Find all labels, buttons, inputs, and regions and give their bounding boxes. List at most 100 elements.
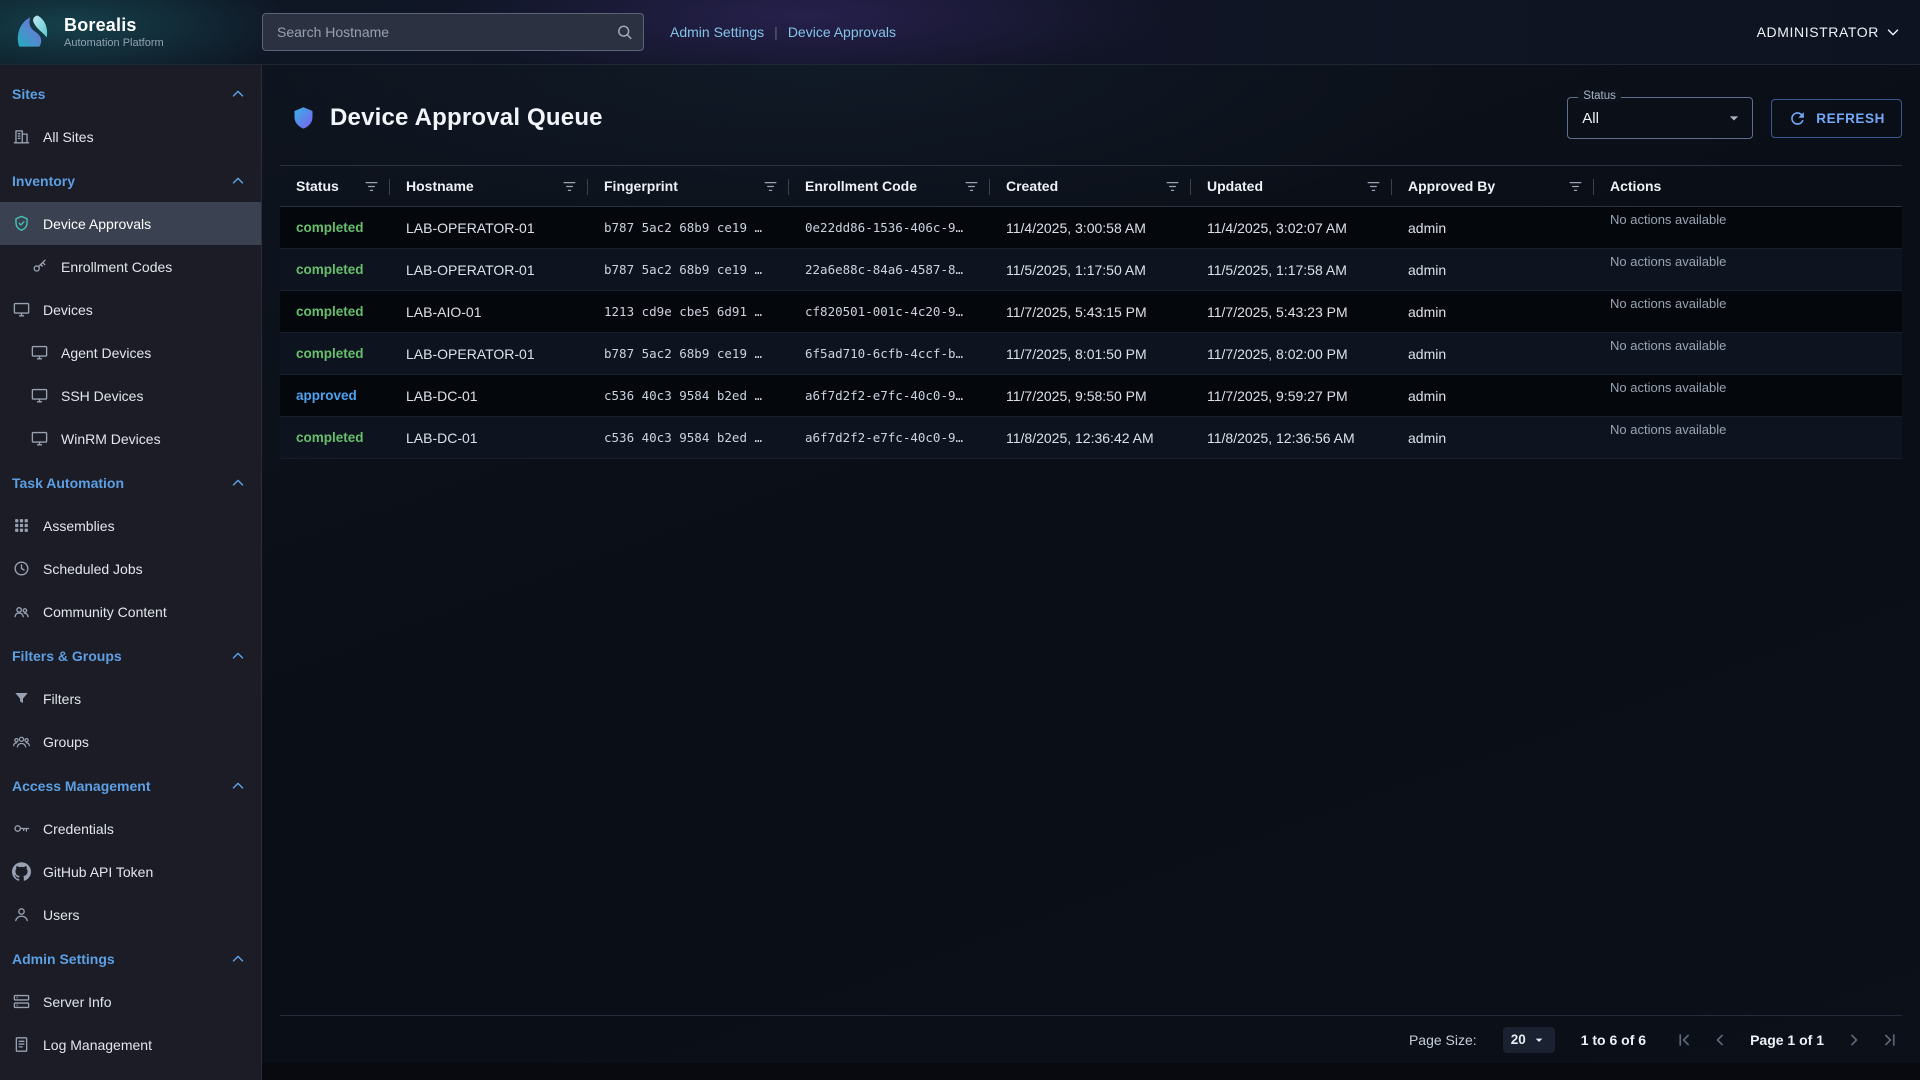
- sidebar-item-filters[interactable]: Filters: [0, 677, 261, 720]
- column-header-hostname[interactable]: Hostname: [390, 166, 588, 206]
- sidebar-item-devices[interactable]: Devices: [0, 288, 261, 331]
- column-label: Approved By: [1408, 178, 1495, 194]
- cell-created: 11/7/2025, 5:43:15 PM: [990, 291, 1191, 332]
- previous-page-button[interactable]: [1708, 1028, 1732, 1052]
- sidebar-section-admin-settings[interactable]: Admin Settings: [0, 938, 261, 980]
- sidebar-item-page-template[interactable]: Page Template: [0, 1066, 261, 1080]
- cell-actions: No actions available: [1594, 249, 1902, 290]
- funnel-icon: [12, 689, 31, 708]
- status-filter-select[interactable]: Status All: [1567, 97, 1753, 139]
- table-row[interactable]: completed LAB-AIO-01 1213 cd9e cbe5 6d91…: [280, 291, 1902, 333]
- column-header-fingerprint[interactable]: Fingerprint: [588, 166, 789, 206]
- sidebar-section-sites[interactable]: Sites: [0, 73, 261, 115]
- sidebar-item-scheduled-jobs[interactable]: Scheduled Jobs: [0, 547, 261, 590]
- column-header-enrollment-code[interactable]: Enrollment Code: [789, 166, 990, 206]
- row-range: 1 to 6 of 6: [1581, 1032, 1646, 1048]
- sidebar-item-ssh-devices[interactable]: SSH Devices: [0, 374, 261, 417]
- brand[interactable]: Borealis Automation Platform: [0, 10, 262, 54]
- page-size-select[interactable]: 20: [1503, 1027, 1555, 1053]
- cell-approved-by: admin: [1392, 207, 1594, 248]
- sidebar-item-winrm-devices[interactable]: WinRM Devices: [0, 417, 261, 460]
- cell-status: completed: [280, 417, 390, 458]
- cell-enrollment-code: 6f5ad710-6cfb-4ccf-b…: [789, 333, 990, 374]
- cell-created: 11/4/2025, 3:00:58 AM: [990, 207, 1191, 248]
- item-label: Server Info: [43, 994, 111, 1010]
- item-label: Filters: [43, 691, 81, 707]
- sidebar-item-device-approvals[interactable]: Device Approvals: [0, 202, 261, 245]
- section-label: Task Automation: [12, 475, 124, 491]
- sidebar-item-assemblies[interactable]: Assemblies: [0, 504, 261, 547]
- user-menu[interactable]: ADMINISTRATOR: [1757, 23, 1902, 41]
- main-content: Device Approval Queue Status All REFRESH: [262, 65, 1920, 1080]
- filter-list-icon[interactable]: [762, 178, 779, 195]
- breadcrumb-device-approvals[interactable]: Device Approvals: [788, 24, 896, 40]
- item-label: Device Approvals: [43, 216, 151, 232]
- refresh-icon: [1788, 109, 1807, 128]
- cell-status: completed: [280, 291, 390, 332]
- filter-list-icon[interactable]: [1164, 178, 1181, 195]
- item-label: SSH Devices: [61, 388, 143, 404]
- monitor-icon: [30, 386, 49, 405]
- column-header-updated[interactable]: Updated: [1191, 166, 1392, 206]
- status-filter-value: All: [1582, 110, 1724, 127]
- shield-check-icon: [12, 214, 31, 233]
- filter-list-icon[interactable]: [963, 178, 980, 195]
- cell-updated: 11/5/2025, 1:17:58 AM: [1191, 249, 1392, 290]
- sidebar-section-filters-groups[interactable]: Filters & Groups: [0, 635, 261, 677]
- section-label: Admin Settings: [12, 951, 115, 967]
- item-label: Scheduled Jobs: [43, 561, 143, 577]
- person-icon: [12, 905, 31, 924]
- dropdown-arrow-icon: [1531, 1032, 1547, 1048]
- key-icon: [30, 257, 49, 276]
- table-row[interactable]: completed LAB-OPERATOR-01 b787 5ac2 68b9…: [280, 333, 1902, 375]
- sidebar-item-log-management[interactable]: Log Management: [0, 1023, 261, 1066]
- brand-text: Borealis Automation Platform: [64, 15, 164, 49]
- sidebar-item-groups[interactable]: Groups: [0, 720, 261, 763]
- monitor-icon: [30, 429, 49, 448]
- sidebar-item-community-content[interactable]: Community Content: [0, 590, 261, 633]
- sidebar-item-credentials[interactable]: Credentials: [0, 807, 261, 850]
- title-wrap: Device Approval Queue: [280, 104, 603, 132]
- borealis-logo: [10, 10, 54, 54]
- cell-updated: 11/8/2025, 12:36:56 AM: [1191, 417, 1392, 458]
- table-row[interactable]: approved LAB-DC-01 c536 40c3 9584 b2ed ……: [280, 375, 1902, 417]
- chevron-up-icon: [229, 474, 247, 492]
- filter-list-icon[interactable]: [1365, 178, 1382, 195]
- chevron-up-icon: [229, 85, 247, 103]
- search-icon[interactable]: [615, 23, 634, 42]
- cell-enrollment-code: 22a6e88c-84a6-4587-8…: [789, 249, 990, 290]
- sidebar-section-access-management[interactable]: Access Management: [0, 765, 261, 807]
- next-page-button[interactable]: [1842, 1028, 1866, 1052]
- sidebar-item-enrollment-codes[interactable]: Enrollment Codes: [0, 245, 261, 288]
- cell-updated: 11/4/2025, 3:02:07 AM: [1191, 207, 1392, 248]
- table-row[interactable]: completed LAB-DC-01 c536 40c3 9584 b2ed …: [280, 417, 1902, 459]
- sidebar-section-inventory[interactable]: Inventory: [0, 160, 261, 202]
- sidebar-item-server-info[interactable]: Server Info: [0, 980, 261, 1023]
- column-header-status[interactable]: Status: [280, 166, 390, 206]
- first-page-button[interactable]: [1672, 1028, 1696, 1052]
- sidebar-item-github-api-token[interactable]: GitHub API Token: [0, 850, 261, 893]
- cell-enrollment-code: cf820501-001c-4c20-9…: [789, 291, 990, 332]
- chevron-right-icon: [1844, 1030, 1864, 1050]
- filter-list-icon[interactable]: [1567, 178, 1584, 195]
- sidebar-item-all-sites[interactable]: All Sites: [0, 115, 261, 158]
- column-header-approved-by[interactable]: Approved By: [1392, 166, 1594, 206]
- sidebar-item-users[interactable]: Users: [0, 893, 261, 936]
- refresh-button[interactable]: REFRESH: [1771, 99, 1902, 138]
- cell-status: completed: [280, 249, 390, 290]
- table-row[interactable]: completed LAB-OPERATOR-01 b787 5ac2 68b9…: [280, 249, 1902, 291]
- breadcrumb-admin-settings[interactable]: Admin Settings: [670, 24, 764, 40]
- sidebar-section-task-automation[interactable]: Task Automation: [0, 462, 261, 504]
- filter-list-icon[interactable]: [561, 178, 578, 195]
- last-page-button[interactable]: [1878, 1028, 1902, 1052]
- search-input[interactable]: [262, 13, 644, 51]
- topbar: Borealis Automation Platform Admin Setti…: [0, 0, 1920, 65]
- sidebar-item-agent-devices[interactable]: Agent Devices: [0, 331, 261, 374]
- cell-actions: No actions available: [1594, 375, 1902, 416]
- table-row[interactable]: completed LAB-OPERATOR-01 b787 5ac2 68b9…: [280, 207, 1902, 249]
- filter-list-icon[interactable]: [363, 178, 380, 195]
- cell-fingerprint: b787 5ac2 68b9 ce19 …: [588, 207, 789, 248]
- page-header: Device Approval Queue Status All REFRESH: [280, 91, 1902, 145]
- column-label: Enrollment Code: [805, 178, 917, 194]
- column-header-created[interactable]: Created: [990, 166, 1191, 206]
